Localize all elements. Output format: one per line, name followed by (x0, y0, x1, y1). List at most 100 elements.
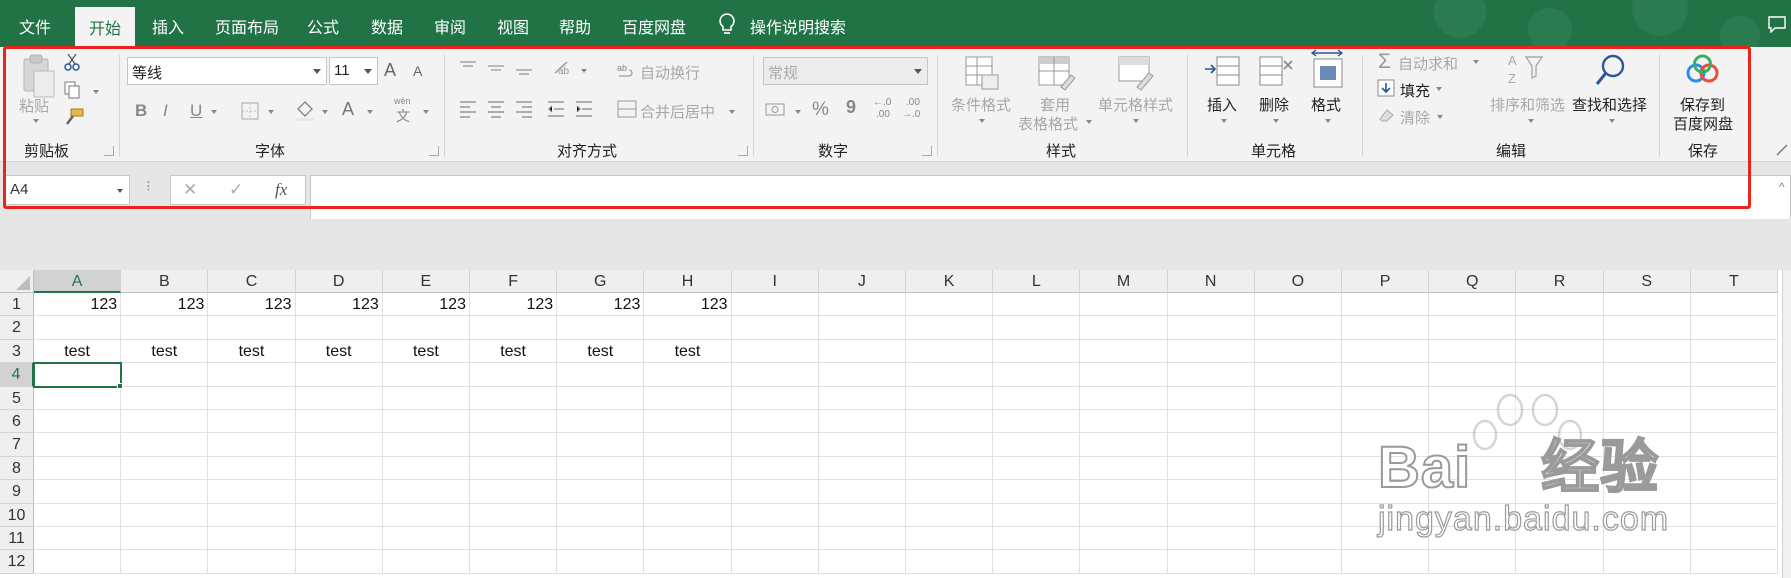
cell-n11[interactable] (1167, 527, 1255, 551)
italic-button[interactable]: I (163, 101, 168, 121)
cell-h4[interactable] (644, 363, 732, 387)
cell-q3[interactable] (1429, 339, 1517, 364)
fill-dropdown-arrow[interactable] (1436, 87, 1442, 91)
cell-k6[interactable] (906, 410, 994, 434)
cell-k11[interactable] (906, 527, 994, 551)
cell-n1[interactable] (1167, 293, 1255, 317)
clipboard-dialog-launcher[interactable] (104, 146, 114, 156)
cell-o3[interactable] (1254, 339, 1342, 364)
cell-b4[interactable] (121, 363, 209, 387)
column-header-j[interactable]: J (818, 270, 906, 293)
cell-h11[interactable] (644, 527, 732, 551)
cell-i8[interactable] (731, 456, 819, 481)
delete-dropdown-arrow[interactable] (1273, 119, 1279, 123)
fill-color-icon[interactable] (294, 99, 316, 121)
wrap-text-button[interactable]: 自动换行 (640, 62, 700, 83)
tab-home[interactable]: 开始 (75, 7, 136, 47)
phonetic-guide-button[interactable]: 文 (396, 106, 410, 126)
cell-l4[interactable] (993, 363, 1081, 387)
cell-n10[interactable] (1167, 503, 1255, 527)
cell-f6[interactable] (470, 410, 558, 434)
cell-e8[interactable] (382, 456, 470, 481)
cell-k5[interactable] (906, 386, 994, 410)
row-header-6[interactable]: 6 (0, 410, 34, 434)
cell-i6[interactable] (731, 410, 819, 434)
cell-t10[interactable] (1690, 503, 1778, 527)
cell-l2[interactable] (993, 316, 1081, 340)
cell-j4[interactable] (818, 363, 906, 387)
paste-icon[interactable] (18, 53, 58, 101)
cell-e2[interactable] (382, 316, 470, 340)
cell-n6[interactable] (1167, 410, 1255, 434)
increase-decimal-button[interactable]: .00 (876, 109, 890, 120)
number-format-combo[interactable]: 常规 (763, 57, 928, 85)
row-header-5[interactable]: 5 (0, 386, 34, 410)
cell-a11[interactable] (34, 527, 122, 551)
tab-insert[interactable]: 插入 (152, 14, 184, 38)
cell-o10[interactable] (1254, 503, 1342, 527)
cell-f12[interactable] (470, 550, 558, 574)
cell-d9[interactable] (295, 480, 383, 504)
wrap-text-icon[interactable]: ab (616, 61, 636, 81)
cell-m1[interactable] (1080, 293, 1168, 317)
cell-t1[interactable] (1690, 293, 1778, 317)
cell-j5[interactable] (818, 386, 906, 410)
vertical-align-icons[interactable] (458, 59, 548, 77)
cell-f10[interactable] (470, 503, 558, 527)
cell-k9[interactable] (906, 480, 994, 504)
format-as-table-label-1[interactable]: 套用 (1040, 94, 1070, 115)
cell-j9[interactable] (818, 480, 906, 504)
bold-button[interactable]: B (135, 101, 147, 121)
cell-j6[interactable] (818, 410, 906, 434)
cell-h8[interactable] (644, 456, 732, 481)
cell-d6[interactable] (295, 410, 383, 434)
copy-icon[interactable] (63, 80, 81, 100)
cell-styles-icon[interactable] (1115, 53, 1157, 93)
format-cells-button[interactable]: 格式 (1311, 94, 1341, 115)
row-header-1[interactable]: 1 (0, 293, 34, 317)
cell-e7[interactable] (382, 433, 470, 457)
cell-t7[interactable] (1690, 433, 1778, 457)
tab-view[interactable]: 视图 (497, 14, 529, 38)
cell-m8[interactable] (1080, 456, 1168, 481)
vertical-scrollbar[interactable] (1782, 270, 1791, 578)
cell-i5[interactable] (731, 386, 819, 410)
shrink-font-button[interactable]: A (413, 63, 422, 79)
cell-n3[interactable] (1167, 339, 1255, 364)
cell-k12[interactable] (906, 550, 994, 574)
cell-m2[interactable] (1080, 316, 1168, 340)
cell-styles-button[interactable]: 单元格样式 (1098, 94, 1173, 115)
cell-n4[interactable] (1167, 363, 1255, 387)
cell-c4[interactable] (208, 363, 296, 387)
cell-l3[interactable] (993, 339, 1081, 364)
sort-dropdown-arrow[interactable] (1528, 119, 1534, 123)
cell-l6[interactable] (993, 410, 1081, 434)
accounting-dropdown-arrow[interactable] (795, 110, 801, 114)
font-name-dropdown-arrow[interactable] (313, 69, 321, 74)
cell-o6[interactable] (1254, 410, 1342, 434)
cell-s2[interactable] (1603, 316, 1691, 340)
tell-me-search[interactable]: 操作说明搜索 (750, 14, 846, 38)
cell-e11[interactable] (382, 527, 470, 551)
cell-k1[interactable] (906, 293, 994, 317)
conditional-formatting-icon[interactable] (962, 53, 1002, 93)
cell-h9[interactable] (644, 480, 732, 504)
cell-g11[interactable] (557, 527, 645, 551)
cell-p2[interactable] (1342, 316, 1430, 340)
cell-i10[interactable] (731, 503, 819, 527)
cell-i1[interactable] (731, 293, 819, 317)
column-header-m[interactable]: M (1080, 270, 1168, 293)
cell-k8[interactable] (906, 456, 994, 481)
cell-b1[interactable]: 123 (121, 293, 209, 317)
cell-n9[interactable] (1167, 480, 1255, 504)
fill-handle[interactable] (117, 382, 124, 389)
column-header-q[interactable]: Q (1429, 270, 1517, 293)
row-header-3[interactable]: 3 (0, 339, 34, 364)
cell-a9[interactable] (34, 480, 122, 504)
tab-baidu-netdisk[interactable]: 百度网盘 (622, 14, 686, 38)
underline-button[interactable]: U (190, 101, 202, 121)
cell-k4[interactable] (906, 363, 994, 387)
cell-o4[interactable] (1254, 363, 1342, 387)
cell-d7[interactable] (295, 433, 383, 457)
cell-e12[interactable] (382, 550, 470, 574)
